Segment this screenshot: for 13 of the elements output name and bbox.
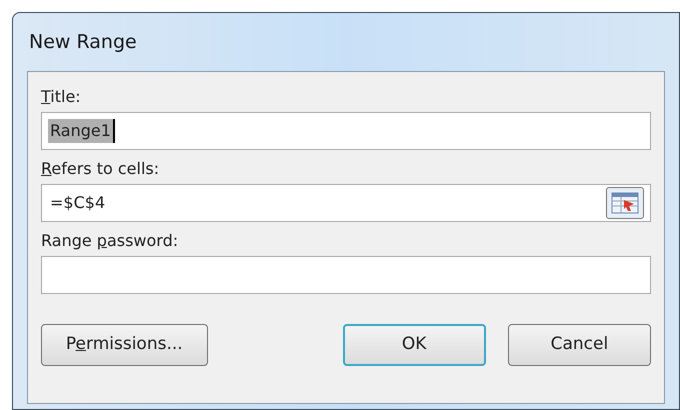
field-label: Refers to cells: xyxy=(41,158,160,180)
input-field[interactable] xyxy=(41,256,651,294)
field-label: Range password: xyxy=(41,230,180,252)
field-value: Range1 xyxy=(48,119,115,143)
range-picker-button[interactable] xyxy=(606,187,644,219)
window-title: New Range xyxy=(29,30,137,55)
dialog-button[interactable]: OK xyxy=(342,324,486,366)
input-field[interactable]: =$C$4 xyxy=(41,184,651,222)
cell-select-icon xyxy=(611,192,639,214)
field-label: Title: xyxy=(41,86,82,108)
input-field[interactable]: Range1 xyxy=(41,112,651,150)
dialog-button[interactable]: Permissions... xyxy=(41,324,208,366)
dialog-button[interactable]: Cancel xyxy=(508,324,651,366)
